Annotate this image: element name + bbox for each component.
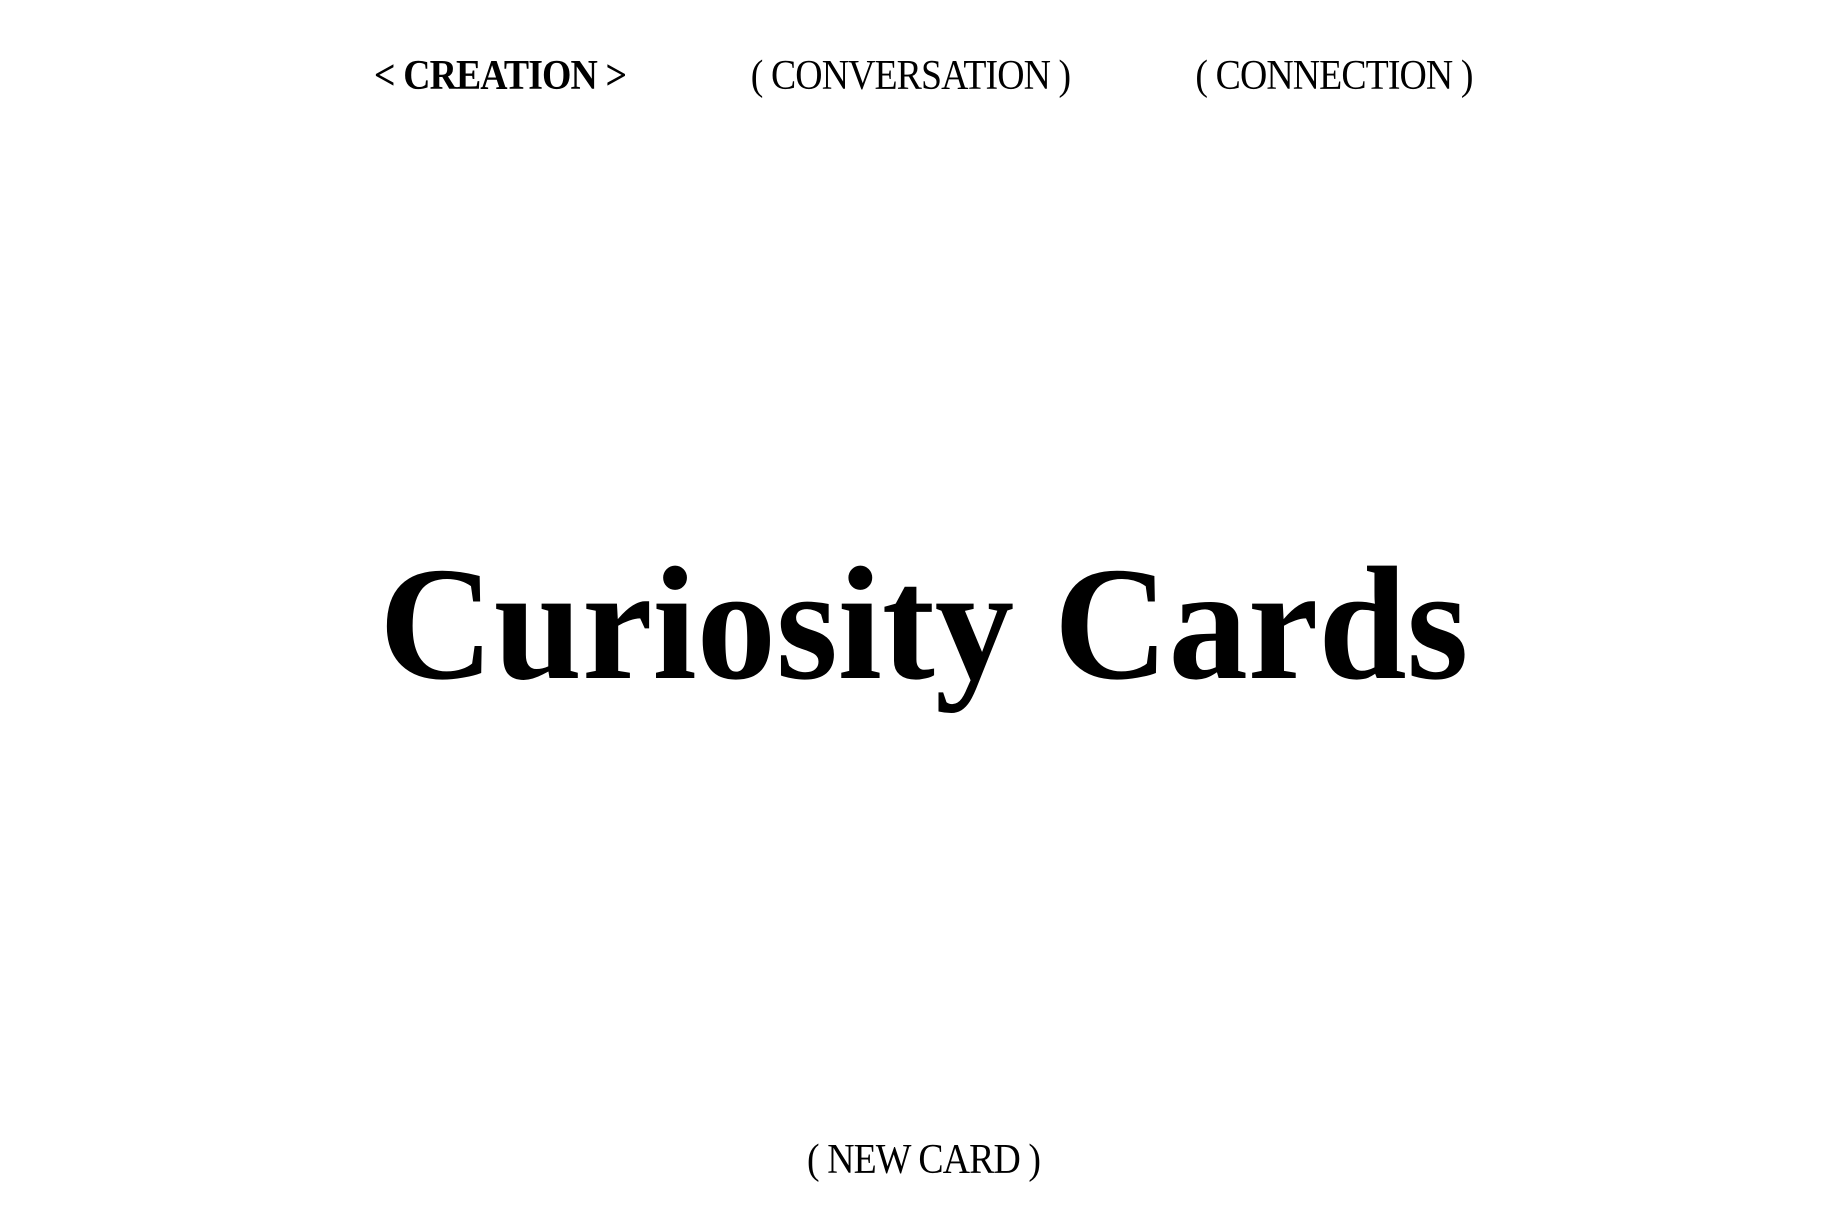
page-title: Curiosity Cards — [0, 535, 1848, 715]
new-card-button[interactable]: ( NEW CARD ) — [807, 1132, 1041, 1188]
tab-creation[interactable]: < CREATION > — [374, 48, 627, 104]
page-title-text: Curiosity Cards — [379, 535, 1469, 714]
tab-conversation[interactable]: ( CONVERSATION ) — [750, 48, 1070, 104]
top-navigation: < CREATION > ( CONVERSATION ) ( CONNECTI… — [0, 48, 1848, 104]
new-card-area: ( NEW CARD ) — [0, 1132, 1848, 1188]
tab-connection[interactable]: ( CONNECTION ) — [1195, 48, 1473, 104]
